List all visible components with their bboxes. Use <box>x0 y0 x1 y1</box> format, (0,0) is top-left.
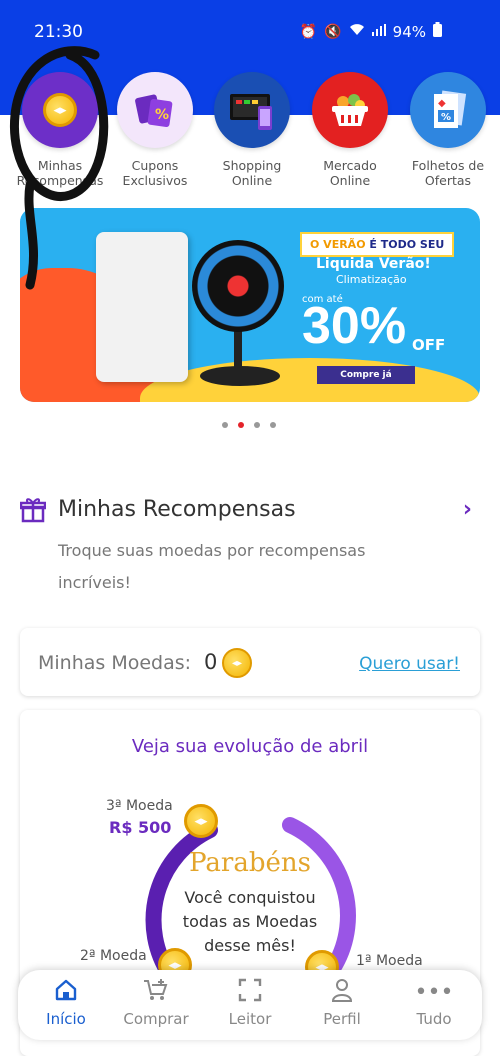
congrats-message: Você conquistou todas as Moedas desse mê… <box>182 888 318 955</box>
home-icon <box>26 978 106 1008</box>
banner-cta-button[interactable]: Compre já <box>317 366 415 384</box>
leaflets-circle: ◆ % <box>410 72 486 148</box>
banner-tag-highlight: O VERÃO <box>310 238 366 251</box>
air-conditioner-image <box>96 232 188 382</box>
carousel-dot[interactable] <box>254 422 260 428</box>
congrats-title: Parabéns <box>189 848 311 878</box>
fan-stand-image <box>234 328 242 368</box>
coin-icon: ◂▸ <box>222 648 252 678</box>
shortcut-folhetos-ofertas[interactable]: ◆ % Folhetos de Ofertas <box>400 72 496 188</box>
nav-label: Início <box>46 1010 86 1028</box>
banner-percent: 30% <box>302 297 407 355</box>
basket-icon <box>332 94 368 126</box>
coin3-value: R$ 500 <box>109 818 172 837</box>
battery-icon <box>433 22 442 41</box>
my-coins-label: Minhas Moedas: <box>38 652 192 674</box>
shortcut-shopping-online[interactable]: Shopping Online <box>204 72 300 188</box>
shortcut-cupons-exclusivos[interactable]: % Cupons Exclusivos <box>107 72 203 188</box>
battery-percent: 94% <box>392 22 426 41</box>
coin-icon: ◂▸ <box>43 93 77 127</box>
banner-tag: O VERÃO É TODO SEU <box>300 232 455 257</box>
scanner-icon <box>210 978 290 1008</box>
person-icon <box>302 978 382 1008</box>
shortcut-mercado-online[interactable]: Mercado Online <box>302 72 398 188</box>
shopping-circle <box>214 72 290 148</box>
nav-item-comprar[interactable]: Comprar <box>116 978 196 1028</box>
nav-label: Perfil <box>323 1010 361 1028</box>
carousel-dot[interactable] <box>222 422 228 428</box>
coin-icon: ◂▸ <box>184 804 218 838</box>
devices-icon <box>230 94 272 130</box>
svg-text:◆: ◆ <box>438 98 446 109</box>
shortcut-label: Cupons Exclusivos <box>122 158 188 188</box>
bottom-navigation: Início Comprar Leitor Perfil ••• Tudo <box>18 970 482 1040</box>
rewards-description: Troque suas moedas por recompensas incrí… <box>58 541 366 592</box>
market-circle <box>312 72 388 148</box>
more-icon: ••• <box>414 980 454 1005</box>
nav-item-leitor[interactable]: Leitor <box>210 978 290 1028</box>
coupon-icon: % <box>135 94 173 128</box>
shortcut-label: Mercado Online <box>323 158 377 188</box>
signal-icon <box>371 23 386 40</box>
nav-item-inicio[interactable]: Início <box>26 978 106 1028</box>
evolution-title: Veja sua evolução de abril <box>131 736 369 757</box>
coin-icon-wrap: ◂▸ <box>222 648 252 678</box>
nav-item-perfil[interactable]: Perfil <box>302 978 382 1028</box>
rewards-circle: ◂▸ <box>22 72 98 148</box>
banner-decoration <box>140 358 480 402</box>
coin3-label: 3ª Moeda <box>106 798 173 814</box>
cart-plus-icon <box>116 978 196 1008</box>
shortcut-row: ◂▸ Minhas Recompensas % Cupons Exclusivo… <box>0 72 500 202</box>
fan-image <box>192 240 284 332</box>
rewards-title: Minhas Recompensas <box>58 497 296 522</box>
coupons-circle: % <box>117 72 193 148</box>
shortcut-label: Shopping Online <box>222 158 282 188</box>
nav-item-tudo[interactable]: ••• Tudo <box>394 978 474 1028</box>
carousel-indicator <box>222 422 276 428</box>
shortcut-label: Folhetos de Ofertas <box>411 158 485 188</box>
banner-subtitle: Climatização <box>336 273 407 286</box>
svg-text:%: % <box>155 107 169 123</box>
status-bar: 21:30 ⏰ 🔇 94% <box>0 0 500 60</box>
banner-title: Liquida Verão! <box>316 256 431 272</box>
chevron-right-icon[interactable]: › <box>463 497 472 522</box>
shortcut-label: Minhas Recompensas <box>16 158 104 188</box>
mute-icon: 🔇 <box>324 23 342 40</box>
banner-tag-rest: É TODO SEU <box>369 238 445 251</box>
svg-text:%: % <box>441 112 451 123</box>
wifi-icon <box>349 23 365 40</box>
carousel-dot[interactable] <box>270 422 276 428</box>
fan-base-image <box>200 366 280 386</box>
status-icons: ⏰ 🔇 94% <box>300 22 442 41</box>
my-coins-value: 0 <box>204 650 218 674</box>
nav-label: Leitor <box>228 1010 272 1028</box>
coin1-label: 1ª Moeda <box>356 953 423 969</box>
nav-label: Tudo <box>416 1010 452 1028</box>
coin2-label: 2ª Moeda <box>80 948 147 964</box>
use-coins-link[interactable]: Quero usar! <box>359 654 460 674</box>
carousel-dot-active[interactable] <box>238 422 244 428</box>
gift-icon <box>19 497 47 529</box>
banner-off: OFF <box>412 336 446 354</box>
alarm-icon: ⏰ <box>299 23 318 40</box>
promo-banner[interactable]: O VERÃO É TODO SEU Liquida Verão! Climat… <box>20 208 480 402</box>
status-time: 21:30 <box>34 22 83 42</box>
leaflet-icon: ◆ % <box>434 90 467 128</box>
my-coins-card: Minhas Moedas: 0 ◂▸ Quero usar! <box>20 628 480 696</box>
nav-label: Comprar <box>123 1010 189 1028</box>
shortcut-minhas-recompensas[interactable]: ◂▸ Minhas Recompensas <box>12 72 108 188</box>
